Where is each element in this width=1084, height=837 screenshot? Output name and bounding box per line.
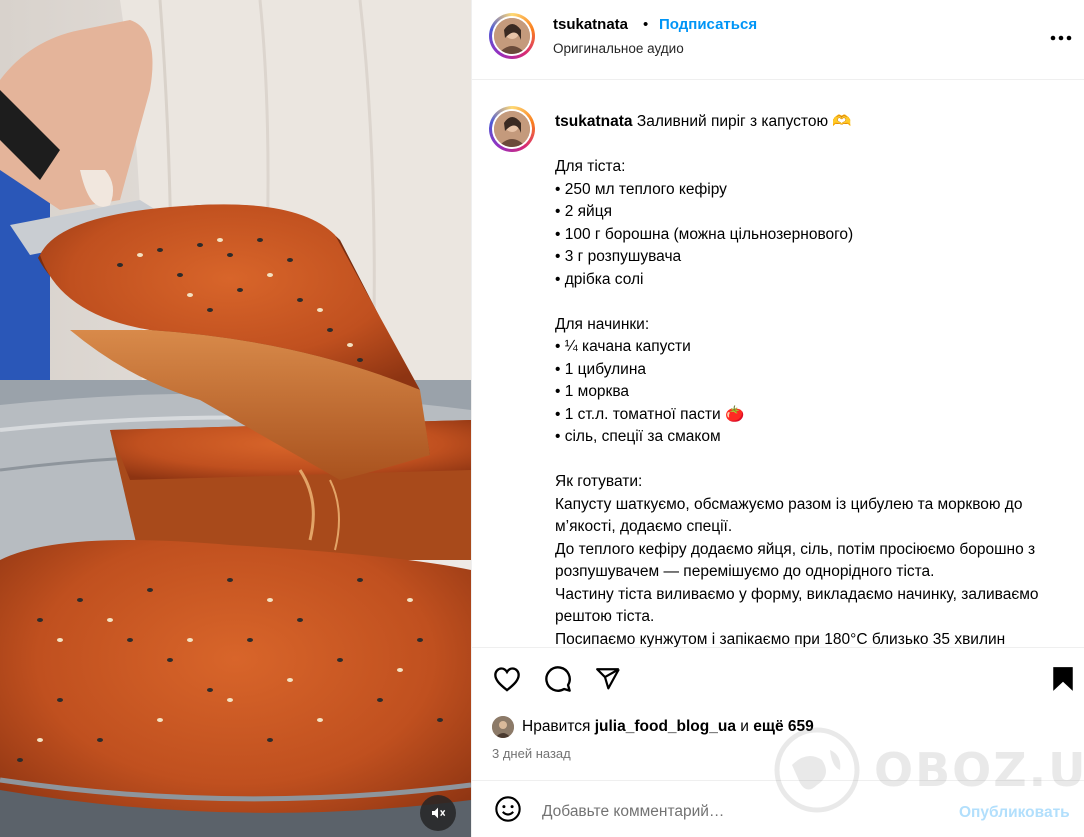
- caption-line: [555, 134, 1080, 157]
- liker-username[interactable]: julia_food_blog_ua: [595, 718, 736, 736]
- author-avatar[interactable]: [489, 13, 535, 59]
- emoji-icon: [494, 795, 522, 828]
- post-timestamp[interactable]: 3 дней назад: [492, 746, 571, 761]
- like-button[interactable]: [491, 665, 523, 697]
- comment-icon: [544, 665, 572, 698]
- separator-dot: •: [643, 16, 649, 33]
- caption-line: • 2 яйця: [555, 203, 612, 220]
- post-header: tsukatnata • Подписаться Оригинальное ау…: [472, 0, 1084, 80]
- more-options-button[interactable]: [1048, 24, 1074, 50]
- post-side-panel: tsukatnata • Подписаться Оригинальное ау…: [471, 0, 1084, 837]
- caption-username[interactable]: tsukatnata: [555, 113, 633, 130]
- emoji-button[interactable]: [492, 795, 524, 827]
- save-button[interactable]: [1047, 665, 1079, 697]
- caption-line: Посипаємо кунжутом і запікаємо при 180°C…: [555, 630, 1006, 648]
- mute-button[interactable]: [420, 795, 456, 831]
- caption-author-avatar[interactable]: [489, 106, 535, 152]
- caption-line: • 100 г борошна (можна цільнозернового): [555, 225, 854, 243]
- likes-prefix: Нравится: [522, 718, 591, 735]
- likes-and: и: [740, 718, 749, 735]
- publish-button[interactable]: Опубликовать: [959, 804, 1070, 822]
- comment-bar: Опубликовать: [472, 780, 1084, 837]
- more-horizontal-icon: [1050, 28, 1072, 46]
- heart-icon: [493, 666, 521, 697]
- muted-speaker-icon: [430, 805, 446, 821]
- caption-scroll-area[interactable]: tsukatnata Заливний пиріг з капустою 🫶 Д…: [472, 81, 1084, 647]
- post-actions: Нравится julia_food_blog_ua и ещё 659 3 …: [472, 647, 1084, 780]
- caption-line: • 3 г розпушувача: [555, 248, 682, 265]
- caption-line: • 250 мл теплого кефіру: [555, 180, 727, 198]
- comment-button[interactable]: [542, 665, 574, 697]
- comment-input[interactable]: [542, 803, 922, 821]
- liker-avatar[interactable]: [492, 716, 514, 738]
- caption-line: • 1 ст.л. томатної пасти 🍅: [555, 405, 745, 423]
- caption-line: • 1 морква: [555, 383, 630, 400]
- caption-line: Як готувати:: [555, 473, 643, 490]
- follow-button[interactable]: Подписаться: [659, 16, 757, 33]
- author-username[interactable]: tsukatnata: [553, 16, 628, 33]
- likes-summary: Нравится julia_food_blog_ua и ещё 659: [492, 716, 814, 738]
- post-caption: tsukatnata Заливний пиріг з капустою 🫶 Д…: [555, 111, 1080, 647]
- caption-line: • дрібка солі: [555, 270, 644, 288]
- caption-line: • 1 цибулина: [555, 360, 647, 378]
- caption-line: До теплого кефіру додаємо яйця, сіль, по…: [555, 540, 1040, 581]
- share-icon: [594, 666, 622, 697]
- caption-line: [555, 449, 1080, 472]
- share-button[interactable]: [592, 665, 624, 697]
- post-media[interactable]: [0, 0, 471, 837]
- audio-link[interactable]: Оригинальное аудио: [553, 41, 684, 56]
- bookmark-icon: [1051, 666, 1075, 697]
- caption-line: • ¼ качана капусти: [555, 338, 691, 355]
- likes-count-link[interactable]: ещё 659: [753, 718, 814, 736]
- caption-line: • сіль, спеції за смаком: [555, 428, 721, 445]
- caption-line: Для тіста:: [555, 158, 626, 175]
- caption-line: Частину тіста виливаємо у форму, виклада…: [555, 585, 1043, 626]
- caption-line: Капусту шаткуємо, обсмажуємо разом із ци…: [555, 495, 1027, 536]
- pie-photo: [0, 0, 471, 837]
- caption-line: Для начинки:: [555, 315, 650, 333]
- caption-line: [555, 291, 1080, 314]
- caption-first-line: Заливний пиріг з капустою 🫶: [636, 113, 852, 130]
